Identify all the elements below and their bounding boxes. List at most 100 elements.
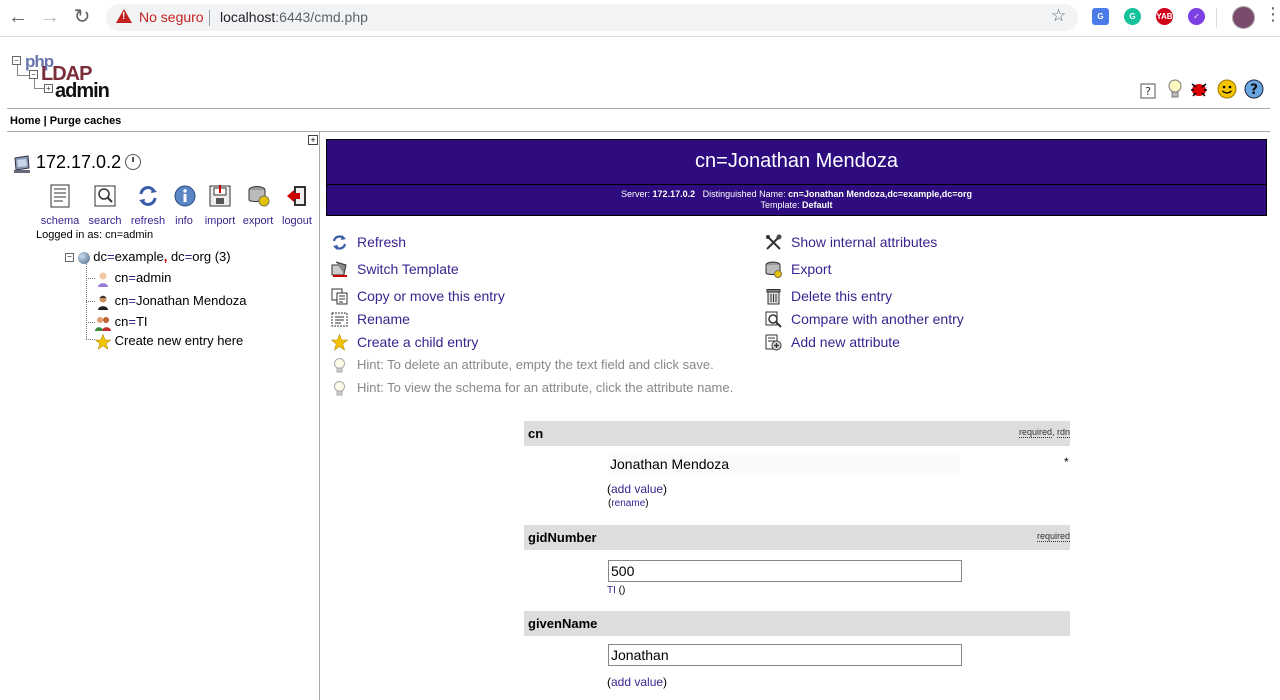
import-label[interactable]: import bbox=[205, 215, 236, 227]
globe-icon bbox=[77, 251, 90, 264]
rename-icon bbox=[331, 312, 348, 327]
user-icon bbox=[98, 295, 108, 310]
refresh-link[interactable]: Refresh bbox=[357, 234, 406, 250]
user-icon bbox=[98, 272, 108, 287]
export-icon bbox=[765, 261, 782, 278]
forward-arrow-icon[interactable]: → bbox=[38, 6, 62, 30]
attribute-header: givenName bbox=[524, 611, 1070, 636]
info-label[interactable]: info bbox=[175, 215, 193, 227]
dn-label: Distinguished Name: bbox=[702, 189, 789, 199]
check-extension-icon[interactable]: ✓ bbox=[1188, 8, 1205, 25]
gidnumber-input[interactable]: 500 bbox=[608, 560, 962, 582]
refresh-icon bbox=[139, 186, 157, 206]
switch-template-link[interactable]: Switch Template bbox=[357, 261, 459, 277]
tree-item-ti[interactable]: cn=TI bbox=[95, 314, 148, 331]
translate-extension-icon[interactable]: G bbox=[1092, 8, 1109, 25]
purge-caches-link[interactable]: Purge caches bbox=[50, 115, 122, 127]
url-path: :6443/cmd.php bbox=[275, 9, 368, 25]
add-attribute-link[interactable]: Add new attribute bbox=[791, 334, 900, 350]
add-value-link[interactable]: add value bbox=[611, 675, 663, 689]
export-link[interactable]: Export bbox=[791, 261, 831, 277]
paren: ) bbox=[663, 675, 668, 689]
group-link[interactable]: TI bbox=[607, 585, 616, 596]
create-child-link[interactable]: Create a child entry bbox=[357, 334, 478, 350]
header-divider bbox=[7, 108, 1270, 109]
warning-icon: ! bbox=[116, 9, 132, 23]
reload-icon[interactable]: ↻ bbox=[70, 6, 94, 30]
rename-link[interactable]: rename bbox=[611, 498, 645, 509]
info-button[interactable]: info bbox=[173, 184, 196, 227]
server-label: Server: bbox=[621, 189, 653, 199]
server-name[interactable]: 172.17.0.2 bbox=[36, 152, 121, 173]
attribute-name-cn[interactable]: cn bbox=[528, 426, 543, 441]
rename-cn: (rename) bbox=[608, 498, 649, 509]
lightbulb-icon[interactable] bbox=[1164, 78, 1186, 100]
root-eq: = bbox=[106, 249, 115, 264]
url-text[interactable]: localhost:6443/cmd.php bbox=[220, 9, 368, 25]
search-icon bbox=[94, 185, 116, 207]
logout-button[interactable]: logout bbox=[279, 184, 315, 227]
copy-move-link[interactable]: Copy or move this entry bbox=[357, 288, 505, 304]
schema-button[interactable]: schema bbox=[37, 184, 83, 227]
url-host: localhost bbox=[220, 9, 276, 25]
server-value: 172.17.0.2 bbox=[652, 189, 696, 199]
tree-item-admin[interactable]: cn=admin bbox=[95, 270, 171, 287]
back-arrow-icon[interactable]: ← bbox=[6, 6, 30, 30]
attribute-name-givenname[interactable]: givenName bbox=[528, 616, 597, 631]
attribute-name-gidnumber[interactable]: gidNumber bbox=[528, 530, 597, 545]
refresh-label[interactable]: refresh bbox=[131, 215, 165, 227]
compare-icon bbox=[765, 311, 782, 328]
tree-root[interactable]: − dc=example, dc=org (3) bbox=[65, 249, 231, 264]
rename-link[interactable]: Rename bbox=[357, 311, 410, 327]
switch-template-icon bbox=[331, 261, 347, 277]
export-label[interactable]: export bbox=[243, 215, 274, 227]
logout-label[interactable]: logout bbox=[282, 215, 312, 227]
logo-line bbox=[34, 79, 35, 88]
add-value-link[interactable]: add value bbox=[611, 482, 663, 496]
menu-kebab-icon[interactable]: ⋮ bbox=[1264, 4, 1280, 24]
logo-line bbox=[17, 75, 29, 76]
bookmark-star-icon[interactable]: ☆ bbox=[1051, 6, 1066, 26]
address-bar[interactable]: ! No seguro localhost:6443/cmd.php ☆ bbox=[106, 4, 1078, 31]
delete-entry-link[interactable]: Delete this entry bbox=[791, 288, 892, 304]
refresh-button[interactable]: refresh bbox=[129, 184, 167, 227]
compare-link[interactable]: Compare with another entry bbox=[791, 311, 964, 327]
help-question-icon[interactable]: ? bbox=[1140, 83, 1156, 99]
help-circle-icon[interactable]: ? bbox=[1243, 78, 1265, 100]
import-button[interactable]: import bbox=[203, 184, 237, 227]
entry-info: Server: 172.17.0.2 Distinguished Name: c… bbox=[327, 189, 1266, 211]
star-icon bbox=[95, 333, 111, 350]
create-new-entry[interactable]: Create new entry here bbox=[95, 333, 243, 350]
profile-avatar[interactable] bbox=[1232, 6, 1255, 29]
copy-icon bbox=[331, 288, 348, 305]
yab-extension-icon[interactable]: YAB bbox=[1156, 8, 1173, 25]
template-label: Template: bbox=[760, 200, 802, 210]
expand-pane-icon[interactable]: + bbox=[308, 135, 318, 145]
security-status[interactable]: No seguro bbox=[139, 9, 204, 25]
smiley-icon[interactable] bbox=[1216, 78, 1238, 100]
tree-connector bbox=[86, 322, 95, 323]
givenname-input[interactable]: Jonathan bbox=[608, 644, 962, 666]
tree-item-jonathan[interactable]: cn=Jonathan Mendoza bbox=[95, 293, 247, 310]
info-icon bbox=[174, 185, 196, 207]
show-internal-link[interactable]: Show internal attributes bbox=[791, 234, 937, 250]
collapse-icon[interactable]: − bbox=[65, 253, 74, 263]
grammarly-extension-icon[interactable]: G bbox=[1124, 8, 1141, 25]
tree-item-eq: = bbox=[128, 270, 136, 285]
search-label[interactable]: search bbox=[88, 215, 121, 227]
lightbulb-icon bbox=[334, 358, 345, 373]
group-icon bbox=[95, 316, 111, 331]
schema-label[interactable]: schema bbox=[41, 215, 80, 227]
cn-value-field[interactable]: Jonathan Mendoza bbox=[608, 455, 960, 475]
gid-group-info: TI () bbox=[607, 585, 625, 596]
bug-icon[interactable] bbox=[1188, 78, 1210, 100]
tree-connector bbox=[86, 339, 95, 340]
root-attr: dc bbox=[167, 249, 185, 264]
search-button[interactable]: search bbox=[87, 184, 123, 227]
export-button[interactable]: export bbox=[241, 184, 275, 227]
group-paren: () bbox=[615, 585, 626, 596]
home-link[interactable]: Home bbox=[10, 115, 41, 127]
menu-separator: | bbox=[40, 115, 50, 127]
tree-connector bbox=[86, 278, 95, 279]
svg-text:?: ? bbox=[1145, 85, 1151, 98]
